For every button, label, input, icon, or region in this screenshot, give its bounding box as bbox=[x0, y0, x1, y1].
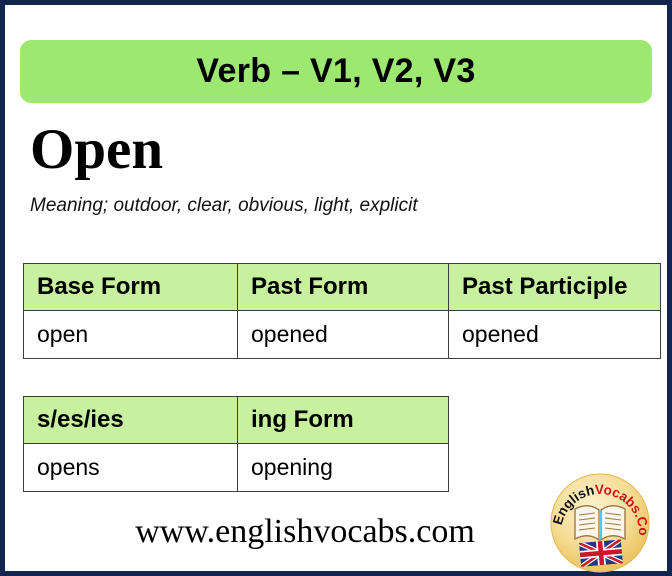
banner-title: Verb – V1, V2, V3 bbox=[196, 52, 476, 90]
card-inner: Verb – V1, V2, V3 Open Meaning; outdoor,… bbox=[5, 5, 667, 573]
verb-inflections-table: s/es/ies ing Form opens opening bbox=[23, 396, 449, 492]
column-header-past-form: Past Form bbox=[237, 263, 449, 311]
cell-ing-form: opening bbox=[237, 443, 449, 492]
table-row: opens opening bbox=[23, 443, 449, 492]
cell-past-participle: opened bbox=[448, 310, 661, 359]
column-header-s-es-ies: s/es/ies bbox=[23, 396, 238, 444]
column-header-past-participle: Past Participle bbox=[448, 263, 661, 311]
site-logo: EnglishVocabs.Com bbox=[548, 471, 652, 575]
header-banner: Verb – V1, V2, V3 bbox=[20, 40, 652, 103]
headword: Open bbox=[30, 118, 164, 181]
column-header-base-form: Base Form bbox=[23, 263, 238, 311]
table-row: open opened opened bbox=[23, 310, 661, 359]
logo-badge-svg: EnglishVocabs.Com bbox=[548, 471, 651, 573]
verb-card: Verb – V1, V2, V3 Open Meaning; outdoor,… bbox=[0, 0, 672, 576]
verb-forms-table: Base Form Past Form Past Participle open… bbox=[23, 263, 661, 359]
cell-past-form: opened bbox=[237, 310, 449, 359]
column-header-ing-form: ing Form bbox=[237, 396, 449, 444]
site-url: www.englishvocabs.com bbox=[135, 513, 475, 550]
cell-base-form: open bbox=[23, 310, 238, 359]
table-header-row: Base Form Past Form Past Participle bbox=[23, 263, 661, 311]
meaning-text: Meaning; outdoor, clear, obvious, light,… bbox=[30, 195, 418, 216]
table-header-row: s/es/ies ing Form bbox=[23, 396, 449, 444]
uk-flag-icon bbox=[579, 539, 623, 567]
cell-s-es-ies: opens bbox=[23, 443, 238, 492]
open-book-icon bbox=[574, 505, 626, 542]
